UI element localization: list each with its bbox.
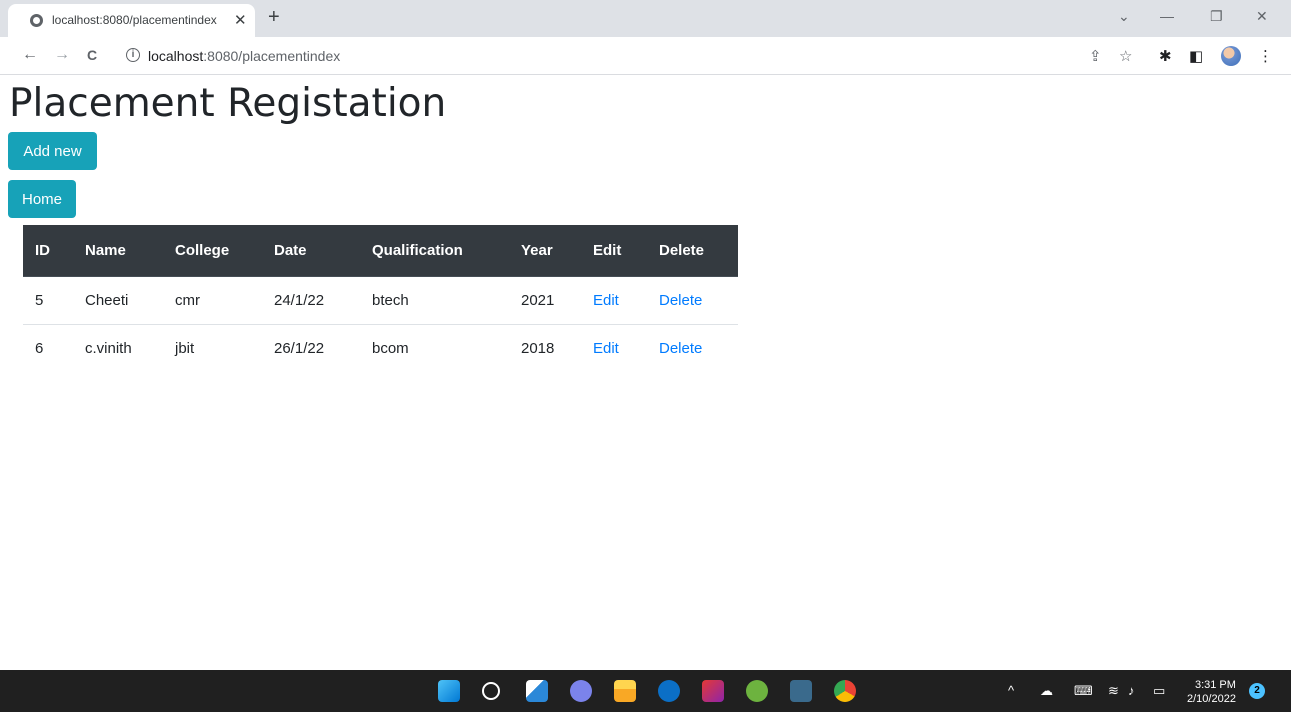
cell-id: 5: [23, 276, 73, 325]
share-icon[interactable]: ⇪: [1089, 47, 1102, 65]
chrome-icon[interactable]: [834, 680, 856, 702]
extensions-icon[interactable]: ✱: [1159, 47, 1172, 65]
wifi-icon[interactable]: ≋: [1108, 683, 1119, 699]
header-edit: Edit: [581, 225, 647, 277]
add-new-button[interactable]: Add new: [8, 132, 97, 170]
page-title: Placement Registation: [9, 81, 447, 126]
weather-icon[interactable]: ☁: [1040, 683, 1053, 699]
keyboard-icon[interactable]: ⌨: [1074, 683, 1093, 699]
header-qualification: Qualification: [360, 225, 509, 277]
cell-college: jbit: [175, 339, 195, 357]
table-header: ID Name College Date Qualification Year …: [23, 225, 738, 277]
system-clock[interactable]: 3:31 PM 2/10/2022: [1187, 678, 1236, 706]
delete-link[interactable]: Delete: [659, 292, 702, 309]
start-icon[interactable]: [438, 680, 460, 702]
cell-delete: Delete: [647, 276, 738, 325]
battery-icon[interactable]: ▭: [1153, 683, 1165, 699]
header-date: Date: [262, 225, 360, 277]
cell-qualification: bcom: [372, 339, 409, 357]
search-icon[interactable]: [482, 682, 500, 700]
url-host: localhost: [148, 48, 204, 64]
header-year: Year: [509, 225, 581, 277]
back-icon[interactable]: ←: [22, 46, 38, 64]
address-bar[interactable]: i localhost:8080/placementindex: [116, 42, 1146, 70]
new-tab-button[interactable]: +: [268, 6, 280, 29]
bookmark-star-icon[interactable]: ☆: [1119, 47, 1132, 65]
task-view-icon[interactable]: [526, 680, 548, 702]
header-college: College: [163, 225, 262, 277]
cell-year: 2021: [509, 276, 581, 325]
cell-qualification: btech: [360, 276, 509, 325]
browser-tab[interactable]: localhost:8080/placementindex ✕: [8, 4, 255, 37]
cell-name: c.vinith: [85, 339, 132, 357]
windows-taskbar: ^ ☁ ⌨ ≋ ♪ ▭ 3:31 PM 2/10/2022 2: [0, 670, 1291, 712]
file-explorer-icon[interactable]: [614, 680, 636, 702]
side-panel-icon[interactable]: ◧: [1189, 47, 1203, 65]
globe-icon: [30, 14, 43, 27]
edit-link[interactable]: Edit: [593, 292, 619, 309]
cell-name: Cheeti: [73, 276, 163, 325]
close-tab-icon[interactable]: ✕: [234, 11, 247, 29]
browser-toolbar: ← → C i localhost:8080/placementindex ⇪ …: [0, 37, 1291, 75]
header-delete: Delete: [647, 225, 738, 277]
cell-delete: Delete: [647, 324, 738, 372]
tab-search-icon[interactable]: ⌄: [1118, 8, 1130, 25]
header-row: ID Name College Date Qualification Year …: [23, 225, 738, 277]
placement-table: ID Name College Date Qualification Year …: [23, 225, 738, 372]
reload-icon[interactable]: C: [87, 47, 97, 63]
mysql-workbench-icon[interactable]: [790, 680, 812, 702]
cell-edit: Edit: [581, 276, 647, 325]
office-app-icon[interactable]: [702, 680, 724, 702]
table-row: 5 Cheeti cmr 24/1/22 btech 2021 Edit Del…: [23, 276, 738, 325]
clock-date: 2/10/2022: [1187, 693, 1236, 705]
restore-button[interactable]: ❐: [1210, 8, 1223, 25]
page-content: Placement Registation Add new Home ID Na…: [0, 76, 1291, 670]
cell-college: cmr: [163, 276, 262, 325]
info-icon[interactable]: i: [126, 48, 140, 62]
edit-link[interactable]: Edit: [593, 340, 619, 357]
tray-chevron-icon[interactable]: ^: [1008, 683, 1014, 698]
cell-id: 6: [35, 339, 44, 357]
cell-edit: Edit: [581, 324, 647, 372]
header-name: Name: [73, 225, 163, 277]
spring-tool-icon[interactable]: [746, 680, 768, 702]
browser-window: localhost:8080/placementindex ✕ + ⌄ — ❐ …: [0, 0, 1291, 712]
tab-title: localhost:8080/placementindex: [52, 13, 217, 27]
url-text[interactable]: localhost:8080/placementindex: [148, 48, 340, 64]
cell-date: 26/1/22: [274, 339, 325, 357]
url-path: :8080/placementindex: [203, 48, 341, 64]
webstorm-icon[interactable]: [658, 680, 680, 702]
clock-time: 3:31 PM: [1194, 679, 1236, 691]
tab-strip: localhost:8080/placementindex ✕ + ⌄ — ❐ …: [0, 0, 1291, 37]
chat-icon[interactable]: [570, 680, 592, 702]
delete-link[interactable]: Delete: [659, 340, 702, 357]
cell-year: 2018: [521, 339, 555, 357]
table-row: 6 c.vinith jbit 26/1/22 bcom 2018 Edit D…: [23, 324, 738, 372]
forward-icon[interactable]: →: [54, 46, 70, 64]
menu-icon[interactable]: ⋮: [1258, 47, 1273, 65]
close-window-button[interactable]: ✕: [1256, 8, 1268, 25]
header-id: ID: [23, 225, 73, 277]
cell-date: 24/1/22: [262, 276, 360, 325]
home-button[interactable]: Home: [8, 180, 76, 218]
minimize-button[interactable]: —: [1160, 8, 1174, 24]
notification-badge[interactable]: 2: [1249, 683, 1265, 699]
volume-icon[interactable]: ♪: [1128, 683, 1135, 698]
profile-avatar[interactable]: [1221, 46, 1241, 66]
